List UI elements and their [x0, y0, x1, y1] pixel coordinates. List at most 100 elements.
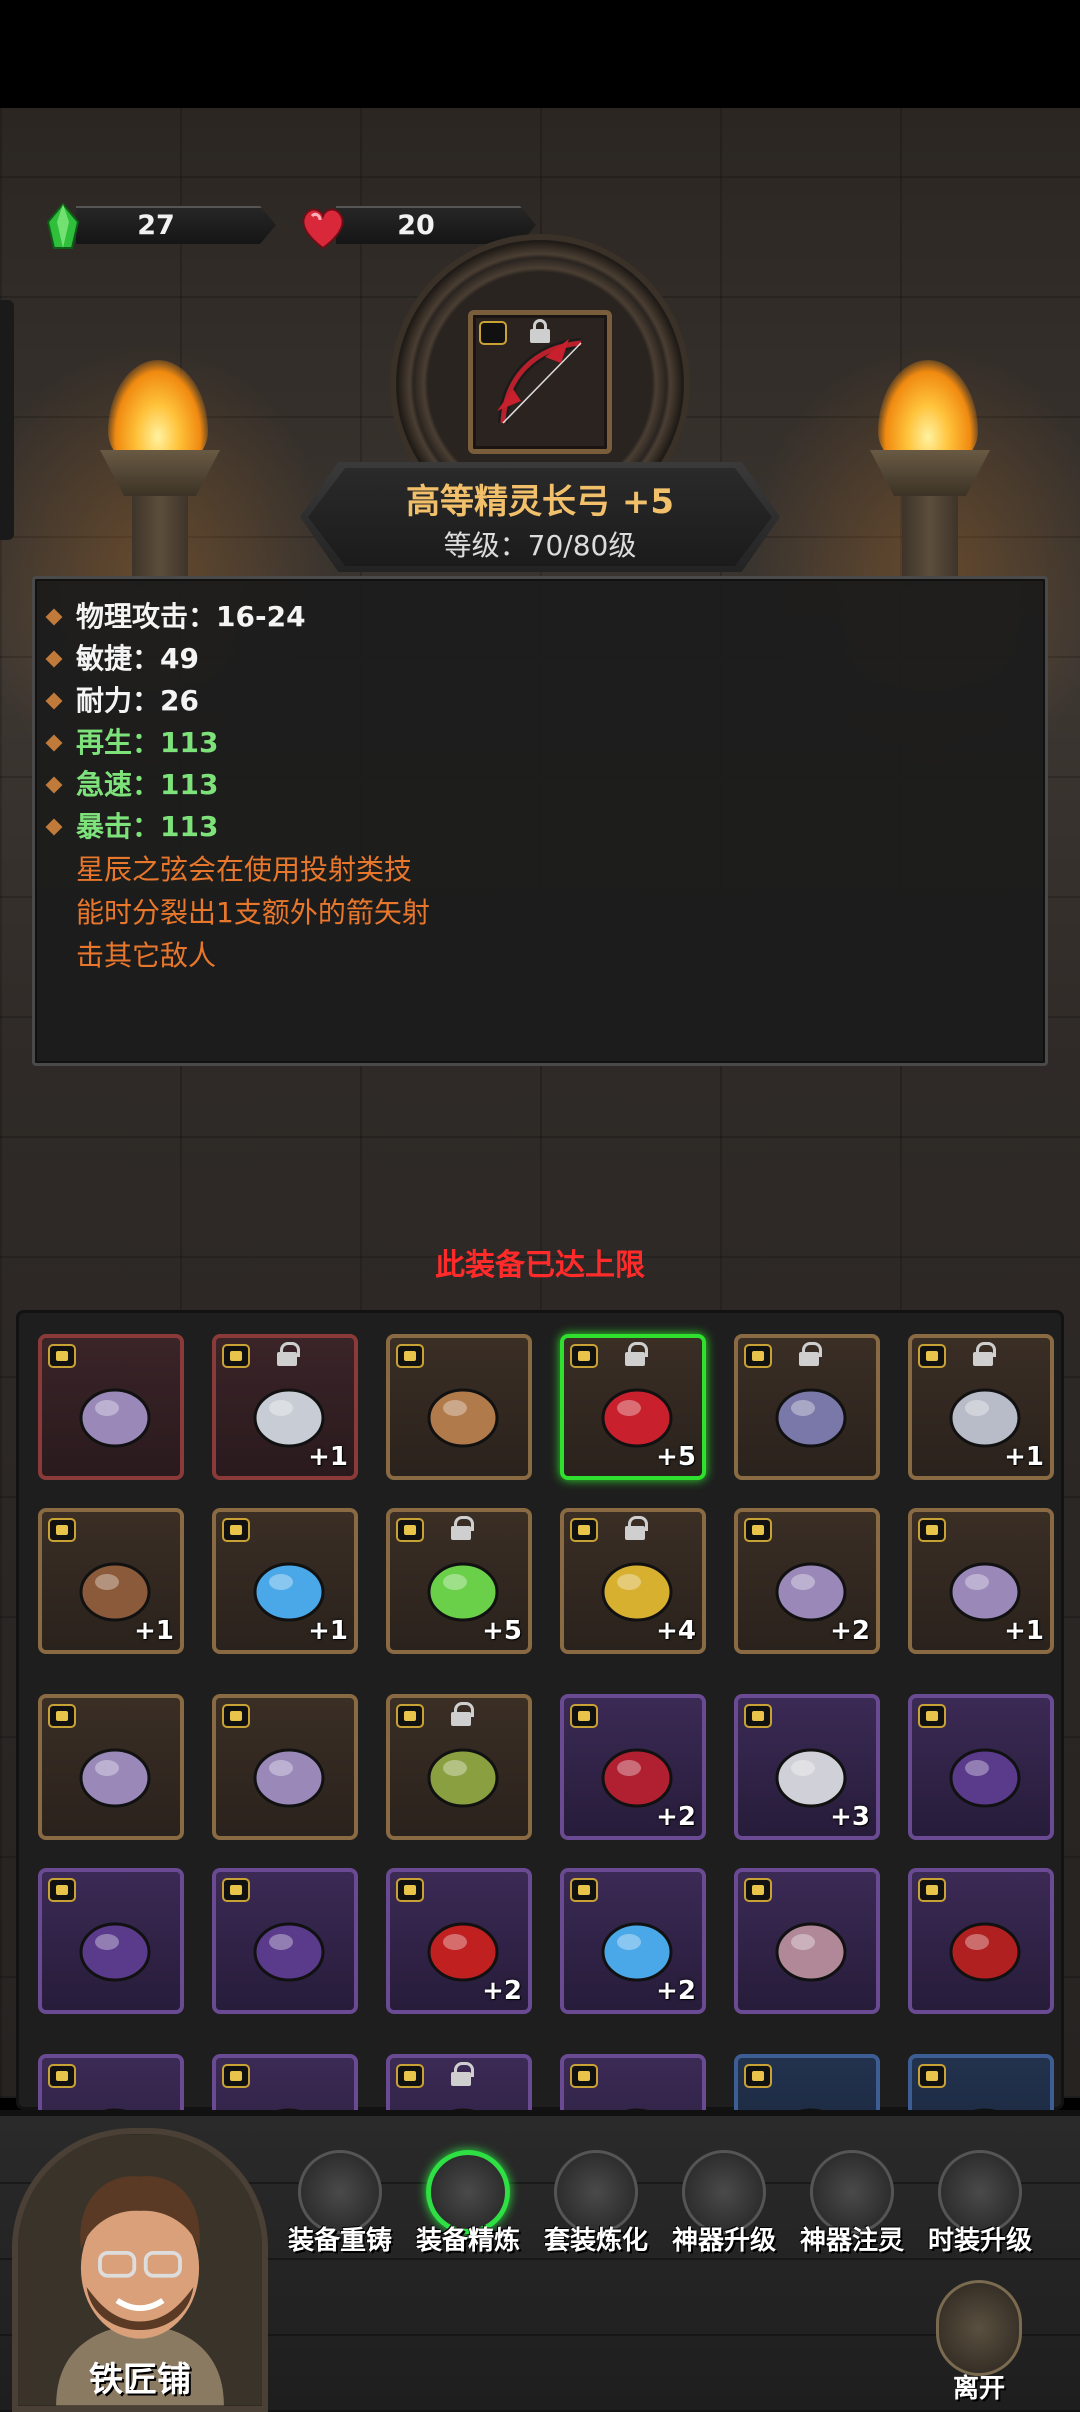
menu-artifact-upgrade[interactable]: 神器升级: [664, 2150, 784, 2260]
inventory-slot[interactable]: +4: [560, 1508, 706, 1654]
red-heart-gem-icon: [302, 208, 344, 250]
inventory-slot[interactable]: +1: [38, 1508, 184, 1654]
inventory-slot[interactable]: [38, 1868, 184, 2014]
inventory-slot[interactable]: [734, 2054, 880, 2110]
resource-value: 20: [397, 210, 435, 241]
silver-helm-icon: [451, 2108, 475, 2110]
status-bar: [0, 0, 1080, 108]
selected-item-frame[interactable]: [468, 310, 612, 454]
menu-costume-upgrade[interactable]: 时装升级: [920, 2150, 1040, 2260]
stat-row: 敏捷：49: [42, 638, 306, 680]
silver-gauntlet-icon: [799, 2108, 823, 2110]
enhance-level: +5: [656, 1442, 696, 1472]
menu-label: 套装炼化: [543, 2226, 648, 2256]
item-name: 高等精灵长弓 +5: [406, 482, 674, 522]
green-crystal-icon: [46, 202, 80, 249]
equip-badge-icon: [48, 1878, 76, 1902]
inventory-slot[interactable]: [212, 1868, 358, 2014]
max-level-notice: 此装备已达上限: [435, 1248, 645, 1283]
menu-artifact-infuse[interactable]: 神器注灵: [792, 2150, 912, 2260]
equip-badge-icon: [744, 1344, 772, 1368]
inventory-slot[interactable]: +1: [908, 1508, 1054, 1654]
equip-badge-icon: [918, 2064, 946, 2088]
description-line: 能时分裂出1支额外的箭矢射: [76, 896, 430, 929]
inventory-slot[interactable]: [734, 1868, 880, 2014]
enhance-level: +5: [482, 1616, 522, 1646]
lock-icon: [972, 1342, 996, 1366]
inventory-slot[interactable]: [560, 2054, 706, 2110]
diamond-bullet-icon: [45, 776, 63, 794]
npc-label: 铁匠铺: [89, 2360, 191, 2400]
equip-badge-icon: [570, 2064, 598, 2088]
enhance-level: +2: [482, 1976, 522, 2006]
diamond-bullet-icon: [45, 650, 63, 668]
inventory-slot[interactable]: [212, 2054, 358, 2110]
inventory-slot[interactable]: +2: [734, 1508, 880, 1654]
equip-badge-icon: [744, 1518, 772, 1542]
inventory-slot[interactable]: [908, 1868, 1054, 2014]
menu-label: 装备精炼: [415, 2226, 520, 2256]
war-hammer-icon: [775, 1388, 847, 1448]
inventory-slot[interactable]: [908, 1694, 1054, 1840]
stat-row: 暴击：113: [42, 806, 306, 848]
exit-door-icon: [936, 2280, 1022, 2376]
right-torch: [850, 340, 1000, 590]
diamond-bullet-icon: [45, 608, 63, 626]
equipped-badge-icon: [479, 321, 507, 345]
green-boots-icon: [427, 1748, 499, 1808]
inventory-slot[interactable]: +2: [560, 1868, 706, 2014]
lock-icon: [450, 1516, 474, 1540]
lock-icon: [624, 1516, 648, 1540]
lock-icon: [276, 1342, 300, 1366]
inventory-slot[interactable]: +5: [386, 1508, 532, 1654]
inventory-grid[interactable]: +1 +5 +1 +1 +1 +5 +4 +2 +1 +2 +3 +2 +2: [16, 1310, 1064, 2110]
inventory-slot[interactable]: +2: [560, 1694, 706, 1840]
inventory-slot[interactable]: [38, 1334, 184, 1480]
description-line: 击其它敌人: [76, 939, 217, 972]
equip-badge-icon: [48, 2064, 76, 2088]
red-gauntlet-icon: [949, 1922, 1021, 1982]
purple-cloth-icon: [625, 2108, 649, 2110]
equip-badge-icon: [396, 1878, 424, 1902]
stat-row: 物理攻击：16-24: [42, 596, 306, 638]
inventory-slot[interactable]: +3: [734, 1694, 880, 1840]
enhance-level: +3: [830, 1802, 870, 1832]
wizard-hat-icon: [253, 1922, 325, 1982]
equip-badge-icon: [744, 1878, 772, 1902]
inventory-slot[interactable]: +1: [212, 1508, 358, 1654]
menu-set-smelt[interactable]: 套装炼化: [536, 2150, 656, 2260]
inventory-slot[interactable]: [212, 1694, 358, 1840]
resource-value: 27: [137, 210, 175, 241]
inventory-slot[interactable]: [38, 2054, 184, 2110]
lock-icon: [450, 1702, 474, 1726]
inventory-slot[interactable]: [386, 1694, 532, 1840]
inventory-slot[interactable]: +1: [908, 1334, 1054, 1480]
equip-badge-icon: [918, 1878, 946, 1902]
equip-badge-icon: [396, 1518, 424, 1542]
diamond-bullet-icon: [45, 734, 63, 752]
enhance-level: +4: [656, 1616, 696, 1646]
inventory-slot[interactable]: +5: [560, 1334, 706, 1480]
inventory-slot[interactable]: [734, 1334, 880, 1480]
menu-refine[interactable]: 装备精炼: [408, 2150, 528, 2260]
menu-label: 神器升级: [671, 2226, 776, 2256]
menu-label: 神器注灵: [799, 2226, 904, 2256]
enhance-level: +2: [656, 1802, 696, 1832]
equip-badge-icon: [570, 1704, 598, 1728]
equip-badge-icon: [918, 1344, 946, 1368]
inventory-slot[interactable]: [386, 1334, 532, 1480]
wizard-hat-icon: [79, 1922, 151, 1982]
equip-badge-icon: [918, 1518, 946, 1542]
equip-badge-icon: [396, 2064, 424, 2088]
inventory-slot[interactable]: +2: [386, 1868, 532, 2014]
purple-helmet-icon: [103, 2108, 127, 2110]
inventory-slot[interactable]: +1: [212, 1334, 358, 1480]
leave-button[interactable]: 离开: [924, 2280, 1034, 2412]
inventory-slot[interactable]: [386, 2054, 532, 2110]
equip-badge-icon: [396, 1344, 424, 1368]
menu-reforge[interactable]: 装备重铸: [280, 2150, 400, 2260]
inventory-slot[interactable]: [908, 2054, 1054, 2110]
side-handle[interactable]: [0, 300, 14, 540]
menu-label: 装备重铸: [287, 2226, 392, 2256]
inventory-slot[interactable]: [38, 1694, 184, 1840]
